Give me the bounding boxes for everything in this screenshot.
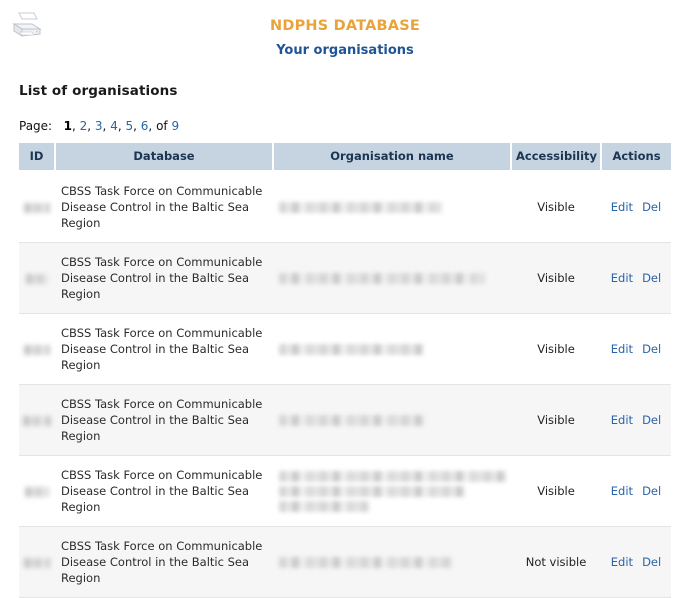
redacted-organisation-name [279,470,507,482]
table-row: CBSS Task Force on Communicable Disease … [19,313,671,385]
pagination-sep-2: , [87,119,92,133]
page-subtitle: Your organisations [276,43,414,58]
pagination-sep-6: , [148,119,153,133]
cell-database: CBSS Task Force on Communicable Disease … [55,384,273,456]
column-header-id[interactable]: ID [19,143,56,172]
redacted-organisation-name [279,485,465,497]
pagination: Page: 1, 2, 3, 4, 5, 6, of 9 [19,119,179,133]
pagination-sep-5: , [133,119,137,133]
cell-accessibility: Visible [511,455,601,527]
delete-link[interactable]: Del [642,200,661,214]
column-header-actions[interactable]: Actions [601,143,671,172]
pagination-page-4[interactable]: 4 [110,119,118,133]
cell-database: CBSS Task Force on Communicable Disease … [55,455,273,527]
redacted-id [24,202,50,213]
redacted-organisation-name [279,201,442,213]
table-row: CBSS Task Force on Communicable Disease … [19,242,671,314]
table-row: CBSS Task Force on Communicable Disease … [19,526,671,598]
pagination-page-5[interactable]: 5 [125,119,133,133]
delete-link[interactable]: Del [642,555,661,569]
column-header-accessibility[interactable]: Accessibility [511,143,602,172]
redacted-id [25,486,49,497]
redacted-organisation-name [279,500,369,512]
column-header-organisation-name[interactable]: Organisation name [273,143,512,172]
cell-id [19,526,55,598]
cell-id [19,171,55,243]
cell-database: CBSS Task Force on Communicable Disease … [55,242,273,314]
cell-organisation-name [273,526,511,598]
edit-link[interactable]: Edit [611,413,633,427]
pagination-sep-1: , [71,119,76,133]
redacted-organisation-name [279,272,485,284]
delete-link[interactable]: Del [642,413,661,427]
cell-organisation-name [273,313,511,385]
cell-id [19,242,55,314]
cell-actions: Edit Del [601,242,671,314]
organisations-table: ID Database Organisation name Accessibil… [19,143,671,598]
cell-accessibility: Visible [511,313,601,385]
cell-accessibility: Visible [511,384,601,456]
cell-id [19,455,55,527]
cell-organisation-name [273,455,511,527]
cell-id [19,313,55,385]
edit-link[interactable]: Edit [611,555,633,569]
cell-database: CBSS Task Force on Communicable Disease … [55,171,273,243]
redacted-id [26,273,48,284]
database-title: NDPHS DATABASE [270,18,420,34]
page-title: List of organisations [19,83,178,99]
cell-actions: Edit Del [601,384,671,456]
cell-database: CBSS Task Force on Communicable Disease … [55,313,273,385]
pagination-page-1[interactable]: 1 [64,119,72,133]
table-header-row: ID Database Organisation name Accessibil… [19,143,671,172]
pagination-sep-4: , [117,119,122,133]
cell-organisation-name [273,171,511,243]
delete-link[interactable]: Del [642,484,661,498]
cell-actions: Edit Del [601,526,671,598]
column-header-database[interactable]: Database [55,143,274,172]
redacted-organisation-name [279,414,425,426]
page-root: NDPHS DATABASE Your organisations List o… [0,0,690,598]
table-row: CBSS Task Force on Communicable Disease … [19,455,671,527]
edit-link[interactable]: Edit [611,484,633,498]
pagination-sep-3: , [102,119,107,133]
table-row: CBSS Task Force on Communicable Disease … [19,384,671,456]
pagination-label: Page: [19,119,53,133]
edit-link[interactable]: Edit [611,342,633,356]
cell-actions: Edit Del [601,313,671,385]
title-block: NDPHS DATABASE Your organisations [0,18,690,59]
cell-actions: Edit Del [601,455,671,527]
redacted-id [23,415,51,426]
pagination-page-3[interactable]: 3 [95,119,103,133]
redacted-id [24,344,50,355]
cell-organisation-name [273,242,511,314]
cell-database: CBSS Task Force on Communicable Disease … [55,526,273,598]
table-body: CBSS Task Force on Communicable Disease … [19,171,671,598]
delete-link[interactable]: Del [642,342,661,356]
table-row: CBSS Task Force on Communicable Disease … [19,171,671,243]
cell-accessibility: Not visible [511,526,601,598]
pagination-of-label: of [156,119,168,133]
redacted-organisation-name [279,343,424,355]
cell-accessibility: Visible [511,242,601,314]
delete-link[interactable]: Del [642,271,661,285]
cell-id [19,384,55,456]
cell-organisation-name [273,384,511,456]
cell-accessibility: Visible [511,171,601,243]
pagination-total-pages[interactable]: 9 [171,119,179,133]
redacted-id [24,557,50,568]
redacted-organisation-name [279,556,452,568]
edit-link[interactable]: Edit [611,271,633,285]
edit-link[interactable]: Edit [611,200,633,214]
cell-actions: Edit Del [601,171,671,243]
